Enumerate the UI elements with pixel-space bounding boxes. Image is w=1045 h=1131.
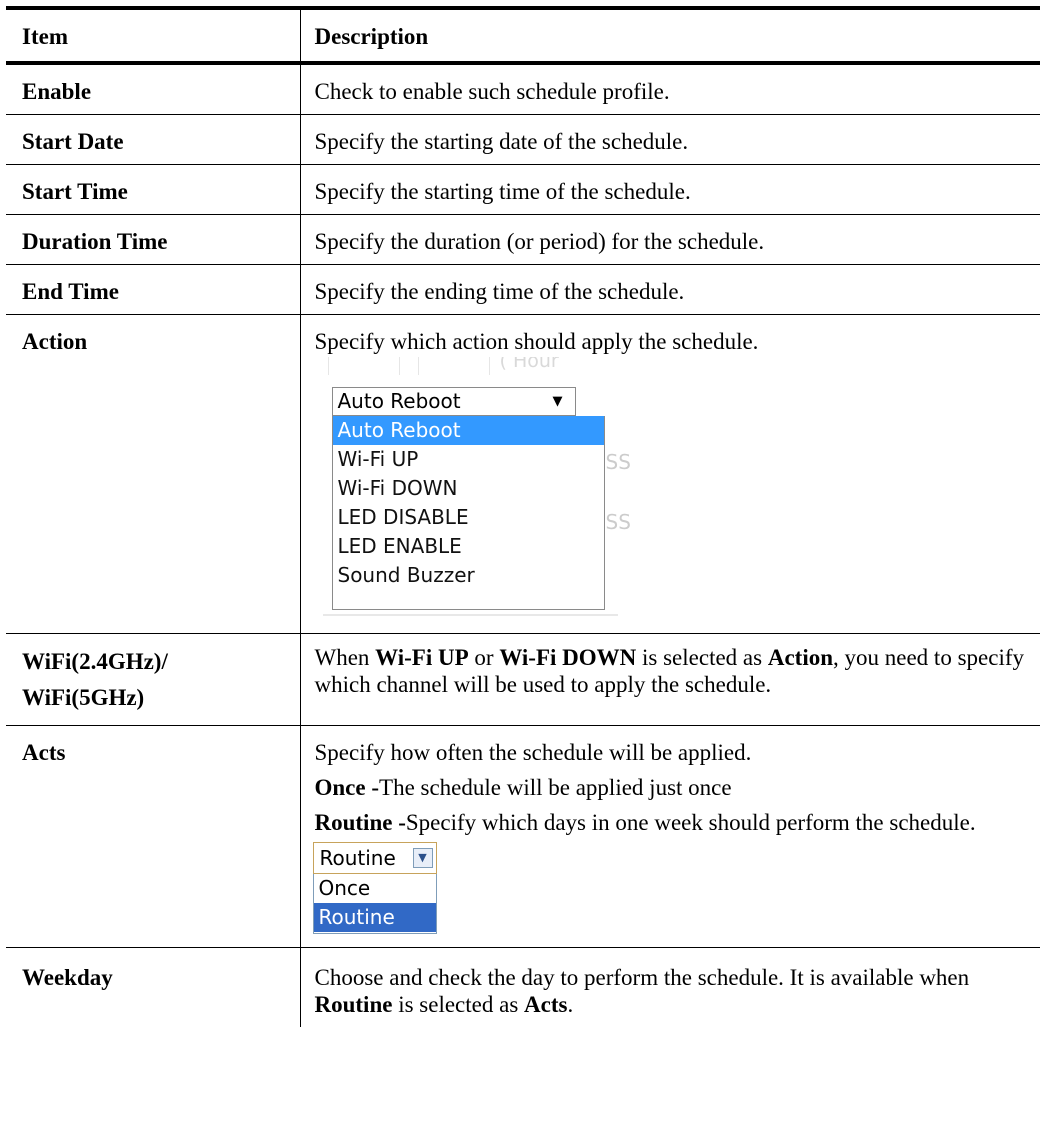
- acts-description: Specify how often the schedule will be a…: [314, 740, 752, 765]
- action-option-wifi-down[interactable]: Wi-Fi DOWN: [333, 474, 604, 503]
- dropdown-arrow-icon: ▼: [552, 394, 563, 409]
- item-wifi-line1: WiFi(2.4GHz)/: [22, 649, 168, 674]
- action-option-led-enable[interactable]: LED ENABLE: [333, 532, 604, 561]
- acts-dropdown-screenshot: Routine ▼ Once Routine: [312, 842, 1031, 938]
- acts-once: Once -The schedule will be applied just …: [314, 775, 732, 800]
- header-description: Description: [299, 6, 1040, 65]
- faded-side-glyph: SS: [605, 510, 631, 534]
- desc-wifi: When Wi-Fi UP or Wi-Fi DOWN is selected …: [299, 633, 1040, 726]
- table-row: WiFi(2.4GHz)/ WiFi(5GHz) When Wi-Fi UP o…: [6, 633, 1040, 726]
- faded-side-glyph: SS: [605, 450, 631, 474]
- acts-option-routine[interactable]: Routine: [313, 903, 436, 932]
- table-row: Weekday Choose and check the day to perf…: [6, 947, 1040, 1027]
- header-row: Item Description: [6, 6, 1040, 65]
- header-item: Item: [6, 6, 300, 65]
- item-weekday: Weekday: [6, 947, 300, 1027]
- action-select-value: Auto Reboot: [337, 389, 461, 413]
- acts-select[interactable]: Routine ▼: [312, 842, 437, 874]
- desc-weekday: Choose and check the day to perform the …: [299, 947, 1040, 1027]
- acts-select-value: Routine: [319, 846, 396, 870]
- table-row: Duration Time Specify the duration (or p…: [6, 214, 1040, 265]
- faded-divider: [322, 614, 618, 616]
- desc-acts: Specify how often the schedule will be a…: [299, 725, 1040, 948]
- action-dropdown-screenshot: ( Hour Auto Reboot ▼ Auto Reboot Wi-Fi U…: [313, 357, 1031, 624]
- item-end-time: End Time: [6, 264, 300, 315]
- action-description: Specify which action should apply the sc…: [314, 329, 759, 354]
- desc-duration-time: Specify the duration (or period) for the…: [299, 214, 1040, 265]
- action-option-sound-buzzer[interactable]: Sound Buzzer: [333, 561, 604, 590]
- item-enable: Enable: [6, 62, 300, 115]
- chevron-down-icon: ▼: [412, 848, 433, 868]
- acts-option-once[interactable]: Once: [314, 874, 436, 903]
- desc-end-time: Specify the ending time of the schedule.: [299, 264, 1040, 315]
- item-start-time: Start Time: [6, 164, 300, 215]
- desc-start-date: Specify the starting date of the schedul…: [299, 114, 1040, 165]
- acts-routine: Routine -Specify which days in one week …: [314, 810, 976, 835]
- desc-action: Specify which action should apply the sc…: [299, 314, 1040, 634]
- table-row: Enable Check to enable such schedule pro…: [6, 62, 1040, 115]
- table-row: Acts Specify how often the schedule will…: [6, 725, 1040, 948]
- desc-start-time: Specify the starting time of the schedul…: [299, 164, 1040, 215]
- table-row: Start Date Specify the starting date of …: [6, 114, 1040, 165]
- desc-enable: Check to enable such schedule profile.: [299, 62, 1040, 115]
- table-row: End Time Specify the ending time of the …: [6, 264, 1040, 315]
- faded-background-fields: ( Hour: [327, 357, 628, 375]
- action-option-auto-reboot[interactable]: Auto Reboot: [332, 416, 604, 445]
- item-wifi-line2: WiFi(5GHz): [22, 685, 145, 710]
- action-option-led-disable[interactable]: LED DISABLE: [333, 503, 604, 532]
- table-row: Action Specify which action should apply…: [6, 314, 1040, 634]
- action-select[interactable]: Auto Reboot ▼: [331, 387, 576, 416]
- table-row: Start Time Specify the starting time of …: [6, 164, 1040, 215]
- description-table: Item Description Enable Check to enable …: [6, 6, 1040, 1027]
- item-start-date: Start Date: [6, 114, 300, 165]
- item-wifi: WiFi(2.4GHz)/ WiFi(5GHz): [6, 633, 300, 726]
- item-duration-time: Duration Time: [6, 214, 300, 265]
- action-options-list: Auto Reboot Wi-Fi UP Wi-Fi DOWN LED DISA…: [331, 416, 605, 610]
- item-acts: Acts: [6, 725, 300, 948]
- action-option-wifi-up[interactable]: Wi-Fi UP: [333, 445, 604, 474]
- acts-options-list: Once Routine: [312, 874, 437, 934]
- item-action: Action: [6, 314, 300, 634]
